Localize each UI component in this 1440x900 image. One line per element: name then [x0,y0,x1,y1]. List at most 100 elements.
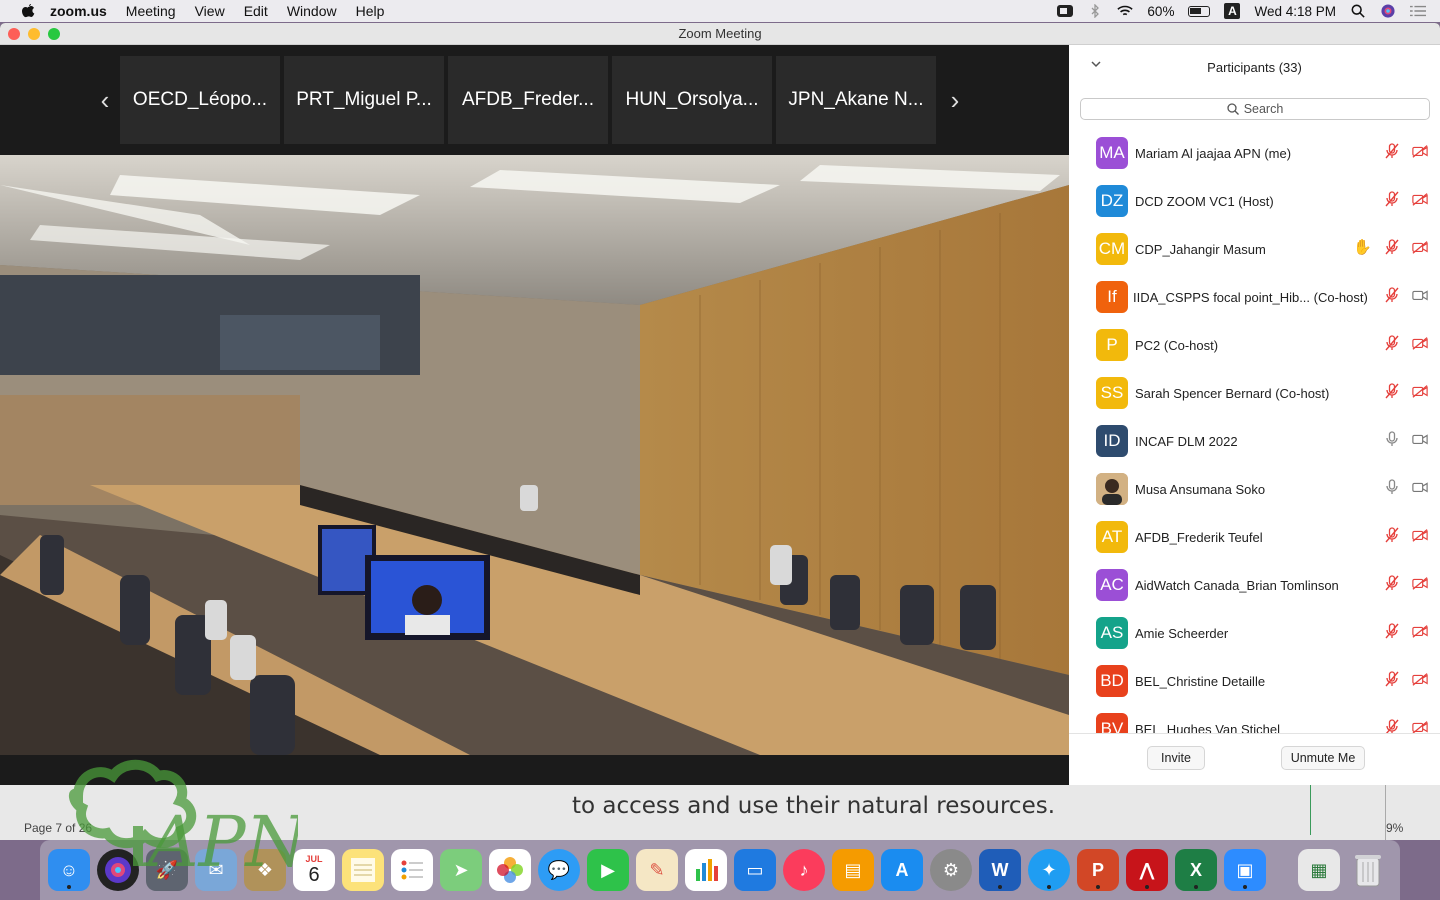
keynote-icon[interactable]: ▭ [734,849,776,891]
menu-help[interactable]: Help [356,3,385,19]
zoom-status-icon[interactable] [1057,4,1074,18]
close-window-button[interactable] [8,28,20,40]
zoom-icon[interactable]: ▣ [1224,849,1266,891]
wifi-icon[interactable] [1117,4,1134,18]
participant-search-input[interactable]: Search [1080,98,1430,120]
participant-row[interactable]: AS Amie Scheerder [1069,609,1440,657]
video-off-icon[interactable] [1412,719,1428,733]
strip-next-button[interactable]: › [940,85,970,116]
safari-icon[interactable]: ✦ [1028,849,1070,891]
participant-row[interactable]: If IIDA_CSPPS focal point_Hib... (Co-hos… [1069,273,1440,321]
video-off-icon[interactable] [1412,383,1428,399]
word-icon[interactable]: W [979,849,1021,891]
active-speaker-video[interactable] [0,155,1069,755]
unmute-me-button[interactable]: Unmute Me [1281,746,1365,770]
participant-list[interactable]: MA Mariam Al jaajaa APN (me) DZ DCD ZOOM… [1069,129,1440,733]
video-off-icon[interactable] [1412,191,1428,207]
mic-muted-icon[interactable] [1384,143,1400,159]
reminders-icon[interactable] [391,849,433,891]
video-icon[interactable] [1412,287,1428,303]
menu-edit[interactable]: Edit [244,3,268,19]
menu-app[interactable]: zoom.us [50,3,107,19]
spotlight-search-icon[interactable] [1350,4,1366,18]
mic-muted-icon[interactable] [1384,527,1400,543]
mic-muted-icon[interactable] [1384,287,1400,303]
video-off-icon[interactable] [1412,575,1428,591]
app-store-icon[interactable]: A [881,849,923,891]
minimize-window-button[interactable] [28,28,40,40]
participant-row[interactable]: DZ DCD ZOOM VC1 (Host) [1069,177,1440,225]
photos-icon[interactable] [489,849,531,891]
participant-row[interactable]: SS Sarah Spencer Bernard (Co-host) [1069,369,1440,417]
battery-icon[interactable] [1188,5,1211,17]
bluetooth-icon[interactable] [1087,4,1103,18]
clock[interactable]: Wed 4:18 PM [1254,4,1336,19]
music-icon[interactable]: ♪ [783,849,825,891]
mic-muted-icon[interactable] [1384,671,1400,687]
document-page-label[interactable]: Page 7 of 26 [24,821,92,835]
participant-row[interactable]: MA Mariam Al jaajaa APN (me) [1069,129,1440,177]
mic-muted-icon[interactable] [1384,239,1400,255]
calendar-icon[interactable]: JUL 6 [293,849,335,891]
menu-view[interactable]: View [195,3,225,19]
video-off-icon[interactable] [1412,623,1428,639]
video-icon[interactable] [1412,479,1428,495]
video-off-icon[interactable] [1412,239,1428,255]
video-icon[interactable] [1412,431,1428,447]
preview-icon[interactable]: ✉ [195,849,237,891]
mic-muted-icon[interactable] [1384,575,1400,591]
mic-muted-icon[interactable] [1384,719,1400,733]
zoom-window-button[interactable] [48,28,60,40]
contacts-icon[interactable]: ❖ [244,849,286,891]
notification-center-icon[interactable] [1410,4,1426,18]
participant-row[interactable]: P PC2 (Co-host) [1069,321,1440,369]
notes-icon[interactable] [342,849,384,891]
numbers-icon[interactable] [685,849,727,891]
apple-icon[interactable] [20,3,36,19]
video-off-icon[interactable] [1412,671,1428,687]
input-source-icon[interactable]: A [1224,3,1241,19]
mic-icon[interactable] [1384,431,1400,447]
video-tile[interactable]: AFDB_Freder... [448,56,608,144]
document-zoom-level[interactable]: 9% [1386,821,1403,835]
pages-icon[interactable]: ✎ [636,849,678,891]
mic-muted-icon[interactable] [1384,191,1400,207]
mic-icon[interactable] [1384,479,1400,495]
finder-icon[interactable]: ☺ [48,849,90,891]
participant-row[interactable]: BD BEL_Christine Detaille [1069,657,1440,705]
participant-row[interactable]: Musa Ansumana Soko [1069,465,1440,513]
mic-muted-icon[interactable] [1384,383,1400,399]
video-off-icon[interactable] [1412,527,1428,543]
invite-button[interactable]: Invite [1147,746,1205,770]
system-preferences-icon[interactable]: ⚙ [930,849,972,891]
books-icon[interactable]: ▤ [832,849,874,891]
powerpoint-icon[interactable]: P [1077,849,1119,891]
video-tile[interactable]: OECD_Léopo... [120,56,280,144]
video-tile[interactable]: JPN_Akane N... [776,56,936,144]
siri-icon[interactable] [97,849,139,891]
trash-icon[interactable] [1347,849,1389,891]
facetime-icon[interactable]: ▶ [587,849,629,891]
participant-row[interactable]: AC AidWatch Canada_Brian Tomlinson [1069,561,1440,609]
video-off-icon[interactable] [1412,335,1428,351]
maps-icon[interactable]: ➤ [440,849,482,891]
downloads-stack-icon[interactable]: ▦ [1298,849,1340,891]
acrobat-icon[interactable]: ⋀ [1126,849,1168,891]
strip-prev-button[interactable]: ‹ [90,85,120,116]
messages-icon[interactable]: 💬 [538,849,580,891]
video-off-icon[interactable] [1412,143,1428,159]
menu-meeting[interactable]: Meeting [126,3,176,19]
launchpad-icon[interactable]: 🚀 [146,849,188,891]
participant-row[interactable]: BV BEL_Hughes Van Stichel [1069,705,1440,733]
video-tile[interactable]: PRT_Miguel P... [284,56,444,144]
siri-icon[interactable] [1380,4,1396,18]
chevron-down-icon[interactable] [1089,57,1103,71]
mic-muted-icon[interactable] [1384,335,1400,351]
mic-muted-icon[interactable] [1384,623,1400,639]
participant-row[interactable]: AT AFDB_Frederik Teufel [1069,513,1440,561]
menu-window[interactable]: Window [287,3,337,19]
participant-row[interactable]: CM CDP_Jahangir Masum ✋ [1069,225,1440,273]
participant-row[interactable]: ID INCAF DLM 2022 [1069,417,1440,465]
video-tile[interactable]: HUN_Orsolya... [612,56,772,144]
excel-icon[interactable]: X [1175,849,1217,891]
